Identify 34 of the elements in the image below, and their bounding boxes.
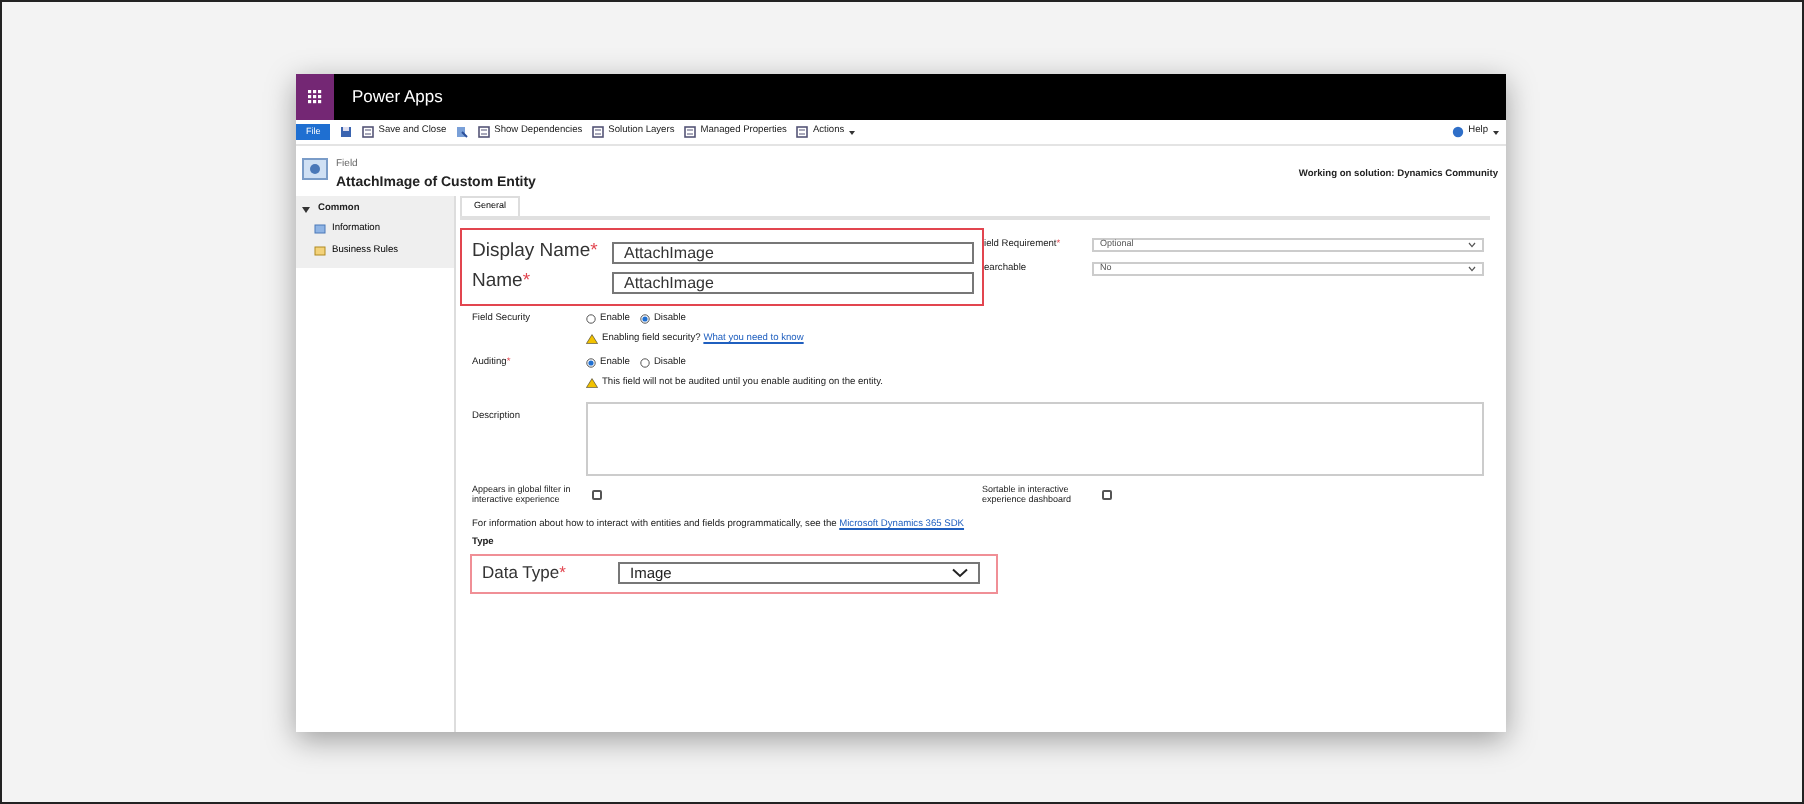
chevron-icon bbox=[1468, 242, 1476, 249]
collapse-triangle-icon bbox=[302, 205, 310, 214]
radio-icon[interactable] bbox=[639, 313, 650, 324]
toolbar-icon bbox=[362, 126, 375, 138]
app-launcher-button[interactable] bbox=[296, 74, 334, 120]
warning-icon bbox=[586, 334, 598, 345]
field-label: Name* bbox=[472, 268, 533, 297]
radio-icon[interactable] bbox=[639, 358, 650, 369]
text-field[interactable]: AttachImage bbox=[612, 241, 974, 264]
toolbar-button[interactable] bbox=[340, 126, 353, 138]
save-icon bbox=[340, 126, 353, 138]
app-title: Power Apps bbox=[352, 84, 443, 110]
publish-icon bbox=[456, 126, 469, 138]
toolbar-icon bbox=[684, 126, 697, 138]
checkbox[interactable] bbox=[1102, 489, 1112, 500]
form-icon bbox=[314, 224, 326, 235]
radio-icon[interactable] bbox=[586, 313, 596, 324]
chevron-icon bbox=[1468, 266, 1476, 273]
toolbar-icon bbox=[592, 126, 605, 138]
waffle-icon bbox=[308, 90, 322, 104]
field-label: Display Name* bbox=[472, 238, 600, 267]
radio-icon[interactable] bbox=[586, 358, 596, 369]
description-field[interactable] bbox=[586, 401, 1484, 475]
caret-icon bbox=[1492, 129, 1500, 135]
toolbar-button[interactable] bbox=[456, 126, 469, 138]
rules-icon bbox=[314, 246, 326, 257]
chevron-icon bbox=[952, 568, 968, 579]
text-field[interactable]: AttachImage bbox=[612, 271, 974, 294]
caret-icon bbox=[848, 129, 857, 135]
checkbox[interactable] bbox=[592, 489, 602, 500]
field-label: Data Type* bbox=[482, 560, 568, 586]
toolbar-icon bbox=[478, 126, 491, 138]
toolbar-icon bbox=[796, 126, 809, 138]
warning-icon bbox=[586, 378, 598, 389]
